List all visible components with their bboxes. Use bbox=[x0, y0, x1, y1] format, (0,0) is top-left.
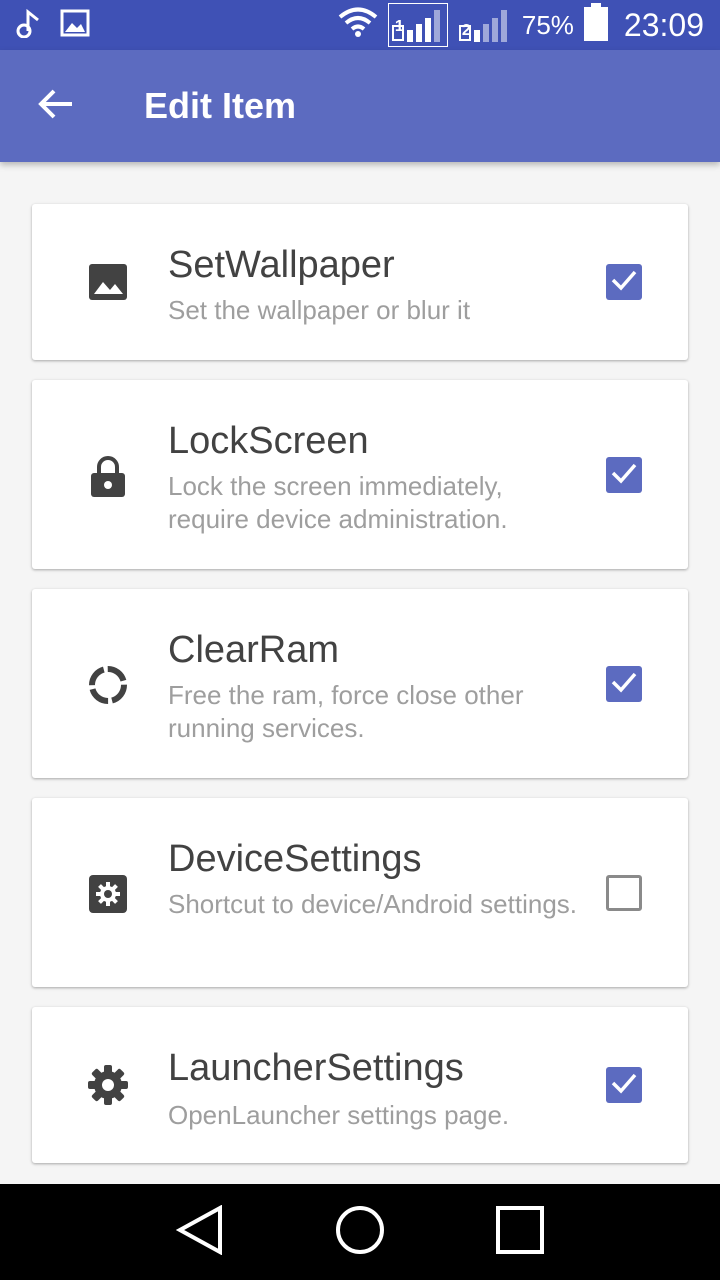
signal-sim1-icon: 1 bbox=[387, 3, 448, 47]
loading-ring-icon bbox=[84, 661, 132, 709]
item-checkbox[interactable] bbox=[606, 264, 642, 300]
triangle-back-icon bbox=[175, 1204, 224, 1260]
image-notification-icon bbox=[60, 9, 90, 42]
checkmark-icon bbox=[610, 671, 638, 698]
item-description: Lock the screen immediately, require dev… bbox=[168, 471, 508, 534]
list-item-setwallpaper[interactable]: SetWallpaper Set the wallpaper or blur i… bbox=[32, 204, 688, 360]
square-recents-icon bbox=[496, 1205, 544, 1259]
nav-recents-button[interactable] bbox=[488, 1200, 552, 1264]
item-checkbox[interactable] bbox=[606, 457, 642, 493]
item-description: OpenLauncher settings page. bbox=[168, 1100, 510, 1130]
clock: 23:09 bbox=[623, 6, 704, 43]
item-checkbox[interactable] bbox=[606, 1067, 642, 1103]
item-checkbox[interactable] bbox=[606, 875, 642, 911]
status-bar: 1 2 75% 23:09 bbox=[0, 0, 720, 50]
arrow-back-icon bbox=[38, 88, 74, 125]
settings-box-icon bbox=[84, 870, 132, 918]
list-item-clearram[interactable]: ClearRam Free the ram, force close other… bbox=[32, 589, 688, 778]
wifi-icon bbox=[338, 6, 378, 45]
item-title: DeviceSettings bbox=[168, 838, 422, 880]
status-right: 1 2 75% 23:09 bbox=[338, 2, 704, 48]
item-description: Free the ram, force close other running … bbox=[168, 680, 524, 743]
signal-sim2-icon: 2 bbox=[458, 6, 512, 44]
sim1-label: 1 bbox=[394, 18, 404, 35]
page-title: Edit Item bbox=[144, 85, 297, 126]
list-item-launchersettings[interactable]: LauncherSettings OpenLauncher settings p… bbox=[32, 1007, 688, 1163]
gear-icon bbox=[84, 1061, 132, 1109]
battery-icon bbox=[583, 2, 608, 48]
item-description: Set the wallpaper or blur it bbox=[168, 295, 471, 325]
status-left bbox=[16, 8, 90, 43]
back-button[interactable] bbox=[0, 50, 112, 162]
item-title: LockScreen bbox=[168, 420, 369, 462]
nav-home-button[interactable] bbox=[328, 1200, 392, 1264]
list-item-devicesettings[interactable]: DeviceSettings Shortcut to device/Androi… bbox=[32, 798, 688, 987]
checkmark-icon bbox=[610, 1072, 638, 1099]
item-title: SetWallpaper bbox=[168, 244, 395, 286]
item-title: LauncherSettings bbox=[168, 1047, 464, 1089]
item-title: ClearRam bbox=[168, 629, 340, 671]
circle-home-icon bbox=[335, 1205, 385, 1260]
music-note-icon bbox=[16, 8, 42, 43]
nav-back-button[interactable] bbox=[168, 1200, 232, 1264]
sim2-label: 2 bbox=[461, 22, 471, 39]
checkmark-icon bbox=[610, 462, 638, 489]
checkmark-icon bbox=[610, 269, 638, 296]
list-item-lockscreen[interactable]: LockScreen Lock the screen immediately, … bbox=[32, 380, 688, 569]
lock-icon bbox=[84, 452, 132, 500]
item-checkbox[interactable] bbox=[606, 666, 642, 702]
battery-percent: 75% bbox=[521, 9, 574, 40]
navigation-bar bbox=[0, 1184, 720, 1280]
image-icon bbox=[84, 258, 132, 306]
item-description: Shortcut to device/Android settings. bbox=[168, 889, 578, 919]
app-bar: Edit Item bbox=[0, 50, 720, 162]
